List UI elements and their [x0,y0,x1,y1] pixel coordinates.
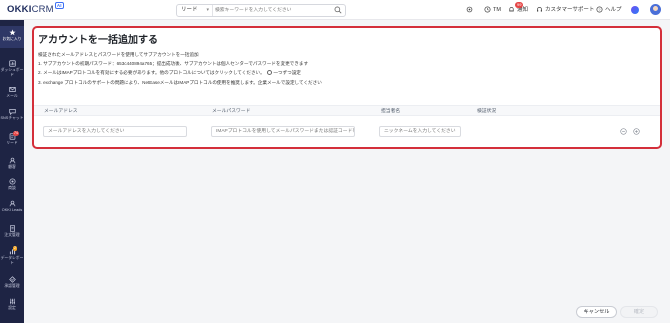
description-line-3: 3. exchange プロトコルのサポートの問題により、NetEaseメールは… [38,80,322,85]
email-input[interactable] [43,126,187,137]
sidebar-item-data-report[interactable]: データレポート 2 [0,246,24,265]
info-icon[interactable] [267,70,273,76]
headset-icon [537,7,542,12]
column-header-verification: 検証状況 [477,109,497,114]
password-input[interactable] [211,126,355,137]
notifications-button[interactable]: 通知 99 [508,2,528,15]
gear-icon-button[interactable] [466,6,475,15]
column-header-owner: 担当者名 [381,109,401,114]
sidebar-item-label: 設定 [8,306,16,310]
deal-icon [8,178,16,185]
star-icon [8,29,16,36]
support-label: カスタマーサポート [545,7,595,13]
table-header: メールアドレス メールパスワード 担当者名 検証状況 [34,105,660,116]
sidebar: お気に入り ダッシュボード メール SNSチャット リード 74 顧客 商談 O… [0,20,24,323]
sidebar-item-settings[interactable]: 設定 [0,298,24,311]
add-row-icon[interactable] [633,128,640,135]
approval-icon [8,276,16,283]
search-input[interactable] [215,6,333,15]
bell-icon [509,7,514,12]
customer-icon [9,157,15,164]
top-bar: OKKICRMAI リード ▾ TM 通知 99 [0,0,670,20]
app-logo[interactable]: OKKICRM AI [7,2,64,15]
sidebar-item-okki-leads[interactable]: OKKI Leads [0,200,24,213]
help-button[interactable]: ? ヘルプ [596,6,622,15]
logo-text: OKKI [7,4,32,15]
sidebar-item-label: 顧客 [8,165,16,169]
sidebar-item-dashboard[interactable]: ダッシュボード [0,60,24,77]
sidebar-item-label: SNSチャット [0,116,24,120]
column-header-email: メールアドレス [44,109,78,114]
description-intro: 検証されたメールアドレスとパスワードを使用してサブアカウントを一括追加 [38,52,199,57]
sidebar-item-label: 注文管理 [4,233,20,237]
chevron-down-icon: ▾ [206,7,209,13]
search-icon[interactable] [334,6,342,14]
leads-count-badge: 74 [13,131,19,136]
description-line-1: 1. サブアカウントの初期パスワード：653c440894a765；提出成功後、… [38,61,309,66]
sidebar-item-customers[interactable]: 顧客 [0,157,24,170]
chat-icon [8,109,16,115]
user-menu[interactable]: TM [484,6,501,15]
description-line-2-text: 2. メールはIMAPプロトコルを有効にする必要があります。他のプロトコルについ… [38,70,265,75]
user-label: TM [493,7,501,13]
sidebar-item-label: 商談 [8,186,16,190]
confirm-button[interactable]: 確定 [620,306,658,318]
leads-icon [9,200,15,207]
global-search: リード ▾ [176,4,346,17]
help-label: ヘルプ [605,7,622,13]
clock-icon [484,6,491,13]
sidebar-item-label: OKKI Leads [1,208,23,212]
bulk-add-accounts-panel: アカウントを一括追加する 検証されたメールアドレスとパスワードを使用してサブアカ… [32,26,662,149]
description-line-2: 2. メールはIMAPプロトコルを有効にする必要があります。他のプロトコルについ… [38,70,301,76]
mail-icon [8,87,16,92]
avatar[interactable] [650,4,661,15]
sidebar-item-approval[interactable]: 承認管理 [0,276,24,289]
sidebar-item-deals[interactable]: 商談 [0,178,24,191]
sidebar-item-label: データレポート [0,256,24,265]
sidebar-item-leads[interactable]: リード 74 [0,131,24,146]
sidebar-item-mail[interactable]: メール [0,86,24,99]
search-type-select[interactable]: リード ▾ [177,5,213,16]
sidebar-item-orders[interactable]: 注文管理 [0,225,24,238]
configure-one-by-one-link[interactable]: 一つずつ設定 [273,70,301,75]
search-type-label: リード [181,7,198,13]
sidebar-item-label: メール [6,94,18,98]
settings-icon [9,298,15,305]
logo-suffix: CRM [31,4,54,15]
page-title: アカウントを一括追加する [38,35,158,46]
sidebar-item-label: リード [6,141,18,145]
sidebar-item-label: お気に入り [2,37,22,41]
nickname-input[interactable] [379,126,461,137]
sidebar-item-label: 承認管理 [4,284,20,288]
sidebar-item-label: ダッシュボード [0,68,24,77]
order-icon [9,225,15,232]
sidebar-item-sns-chat[interactable]: SNSチャット [0,108,24,121]
dashboard-icon [8,60,16,67]
logo-badge: AI [54,2,64,9]
support-button[interactable]: カスタマーサポート [536,6,594,15]
svg-text:?: ? [599,8,601,12]
sidebar-item-favorites[interactable]: お気に入り [0,26,24,48]
cancel-button[interactable]: キャンセル [576,306,617,318]
gear-icon [466,6,473,13]
report-count-badge: 2 [13,246,17,251]
help-icon: ? [596,6,603,13]
remove-row-icon[interactable] [620,128,627,135]
column-header-password: メールパスワード [212,109,251,114]
ai-assistant-icon[interactable] [631,6,639,14]
